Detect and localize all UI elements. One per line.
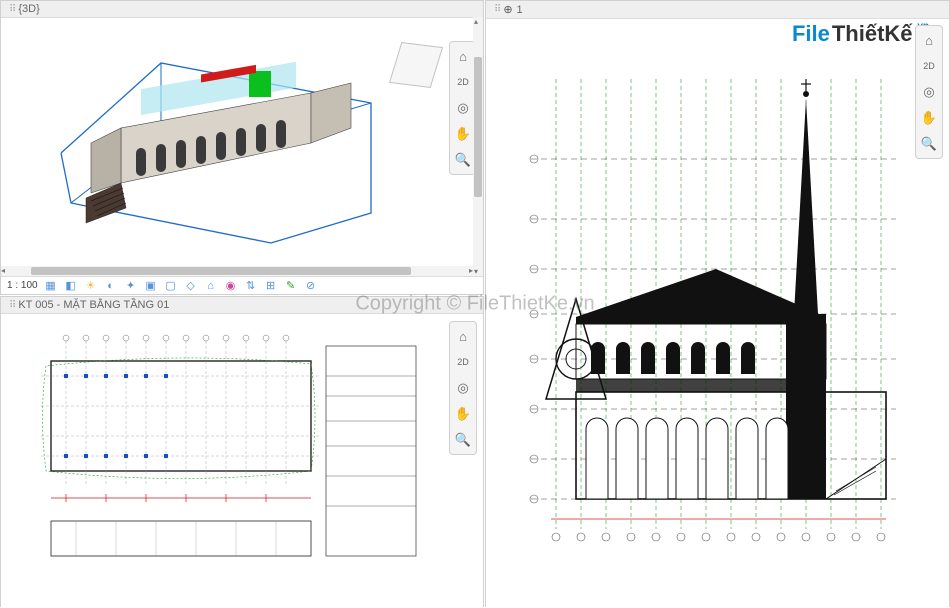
viewcube[interactable] <box>389 38 443 92</box>
label-2d-icon[interactable]: 2D <box>453 352 473 372</box>
pane-elevation-view: ⠿ ⊕ 1 File ThiếtKế .vn <box>485 0 950 607</box>
pane-elev-titlebar[interactable]: ⠿ ⊕ 1 <box>486 1 949 19</box>
brand-part2: ThiếtKế <box>832 21 913 47</box>
brand-watermark: File ThiếtKế .vn <box>792 21 929 47</box>
scale-label[interactable]: 1 : 100 <box>7 280 38 291</box>
drag-handle-icon: ⠿ <box>9 4 14 15</box>
tab-marker-icon: ⊕ <box>503 3 512 16</box>
view-control-bar-3d: 1 : 100 ▦ ◧ ☀ ◐ ✦ ▣ ▢ ◇ ⌂ ◉ ⇅ ⊞ ✎ ⊘ <box>1 276 483 294</box>
highlight-icon[interactable]: ✎ <box>284 279 298 293</box>
pan-hand-icon[interactable]: ✋ <box>919 108 939 128</box>
label-2d-icon[interactable]: 2D <box>453 72 473 92</box>
pan-hand-icon[interactable]: ✋ <box>453 404 473 424</box>
pane-3d-view: ⠿ {3D} <box>0 0 484 295</box>
viewcube-cube[interactable] <box>389 42 443 88</box>
reveal-hidden-icon[interactable]: ◉ <box>224 279 238 293</box>
pan-hand-icon[interactable]: ✋ <box>453 124 473 144</box>
steering-wheel-icon[interactable]: ◎ <box>453 98 473 118</box>
sun-path-icon[interactable]: ☀ <box>84 279 98 293</box>
home-icon[interactable]: ⌂ <box>919 30 939 50</box>
drawing-floorplan[interactable] <box>31 326 421 576</box>
scrollbar-horizontal[interactable]: ◂▸ <box>1 266 473 276</box>
visual-style-icon[interactable]: ◧ <box>64 279 78 293</box>
scrollbar-vertical[interactable]: ▴▾ <box>473 17 483 276</box>
temporary-hide-icon[interactable]: ⌂ <box>204 279 218 293</box>
show-crop-icon[interactable]: ▢ <box>164 279 178 293</box>
pane-3d-canvas[interactable] <box>1 18 483 277</box>
steering-wheel-icon[interactable]: ◎ <box>453 378 473 398</box>
shadows-icon[interactable]: ◐ <box>104 279 118 293</box>
drag-handle-icon: ⠿ <box>494 4 499 15</box>
home-icon[interactable]: ⌂ <box>453 46 473 66</box>
detail-level-icon[interactable]: ▦ <box>44 279 58 293</box>
model-3d-church[interactable] <box>51 33 391 253</box>
constraints-icon[interactable]: ⊘ <box>304 279 318 293</box>
worksharing-icon[interactable]: ⇅ <box>244 279 258 293</box>
drawing-church-elevation[interactable] <box>516 59 906 559</box>
pane-plan-title-text: KT 005 - MẶT BẰNG TẦNG 01 <box>18 299 169 311</box>
pane-elev-canvas[interactable]: File ThiếtKế .vn <box>486 19 949 608</box>
pane-plan-view: ⠿ KT 005 - MẶT BẰNG TẦNG 01 <box>0 296 484 607</box>
hide-isolate-icon[interactable]: ◇ <box>184 279 198 293</box>
zoom-icon[interactable]: 🔍 <box>919 134 939 154</box>
nav-bar-elev: ⌂ 2D ◎ ✋ 🔍 <box>915 25 943 159</box>
analytical-icon[interactable]: ⊞ <box>264 279 278 293</box>
pane-3d-titlebar[interactable]: ⠿ {3D} <box>1 1 483 18</box>
render-dialog-icon[interactable]: ✦ <box>124 279 138 293</box>
pane-plan-canvas[interactable] <box>1 314 483 607</box>
pane-elev-title-text: 1 <box>517 4 523 16</box>
drag-handle-icon: ⠿ <box>9 300 14 311</box>
brand-part1: File <box>792 21 830 47</box>
steering-wheel-icon[interactable]: ◎ <box>919 82 939 102</box>
crop-view-icon[interactable]: ▣ <box>144 279 158 293</box>
pane-plan-titlebar[interactable]: ⠿ KT 005 - MẶT BẰNG TẦNG 01 <box>1 297 483 314</box>
pane-3d-title-text: {3D} <box>18 3 39 15</box>
home-icon[interactable]: ⌂ <box>453 326 473 346</box>
nav-bar-plan: ⌂ 2D ◎ ✋ 🔍 <box>449 321 477 455</box>
zoom-icon[interactable]: 🔍 <box>453 430 473 450</box>
label-2d-icon[interactable]: 2D <box>919 56 939 76</box>
zoom-icon[interactable]: 🔍 <box>453 150 473 170</box>
